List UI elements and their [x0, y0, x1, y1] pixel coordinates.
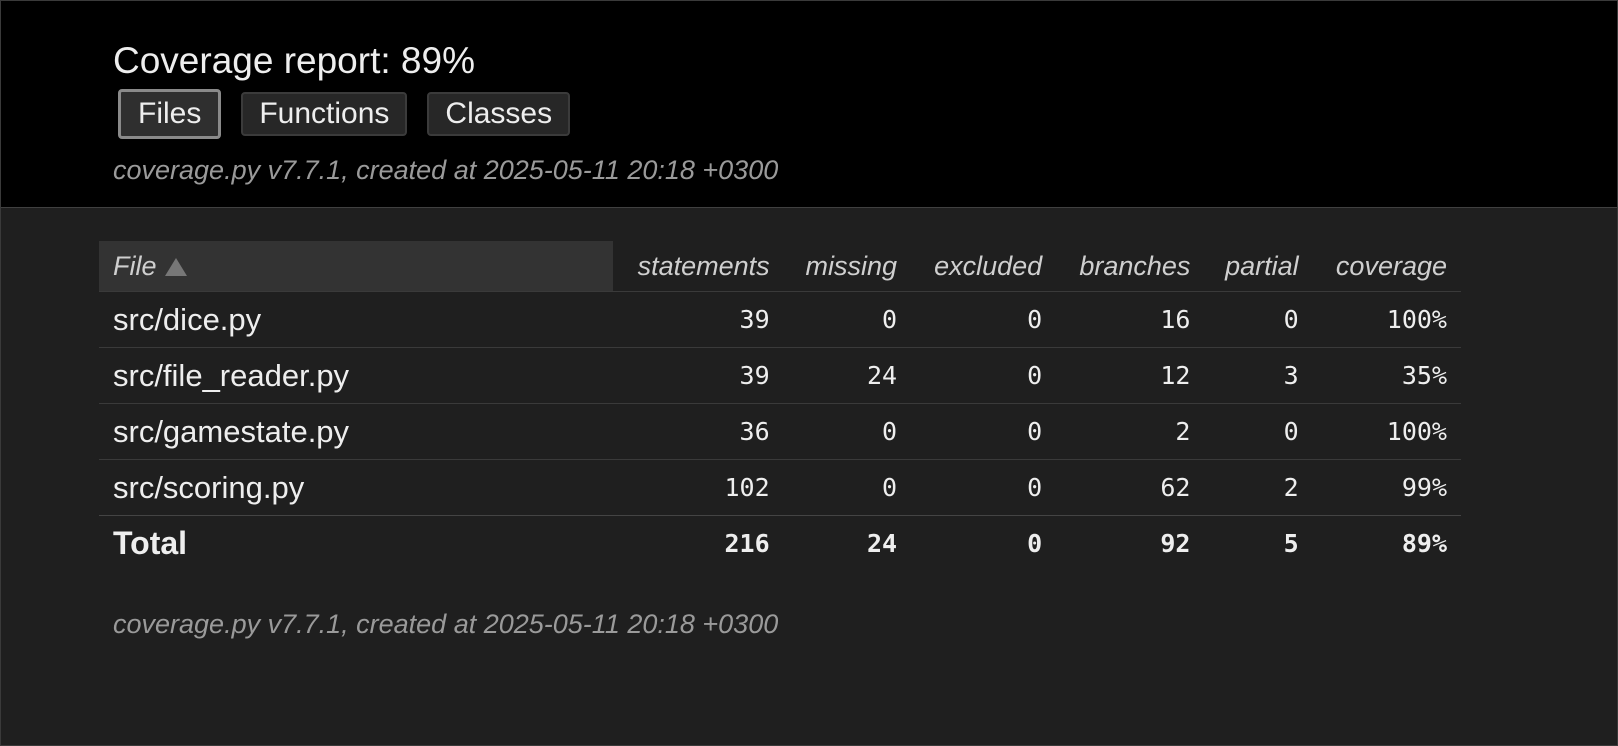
file-name-cell: src/scoring.py: [99, 459, 613, 516]
statements-cell: 102: [613, 459, 784, 516]
table-row: src/dice.py 39 0 0 16 0 100%: [99, 291, 1461, 348]
coverage-cell: 100%: [1312, 291, 1461, 348]
file-link[interactable]: src/gamestate.py: [113, 414, 349, 449]
statements-cell: 36: [613, 403, 784, 460]
partial-cell: 3: [1204, 347, 1313, 404]
tab-files[interactable]: Files: [118, 89, 222, 139]
column-header-excluded[interactable]: excluded: [911, 241, 1056, 292]
total-coverage-cell: 89%: [1312, 515, 1461, 571]
coverage-cell: 100%: [1312, 403, 1461, 460]
coverage-cell: 35%: [1312, 347, 1461, 404]
total-statements-cell: 216: [613, 515, 784, 571]
column-header-statements[interactable]: statements: [613, 241, 784, 292]
total-excluded-cell: 0: [911, 515, 1057, 571]
page-title: Coverage report: 89%: [113, 40, 475, 81]
sort-ascending-icon: [164, 257, 187, 276]
branches-cell: 16: [1056, 291, 1205, 348]
excluded-cell: 0: [911, 403, 1057, 460]
total-partial-cell: 5: [1204, 515, 1313, 571]
column-header-coverage[interactable]: coverage: [1313, 241, 1461, 292]
partial-cell: 0: [1204, 403, 1313, 460]
file-link[interactable]: src/file_reader.py: [113, 358, 349, 393]
tab-functions[interactable]: Functions: [241, 92, 408, 136]
file-link[interactable]: src/scoring.py: [113, 470, 304, 505]
partial-cell: 0: [1204, 291, 1313, 348]
partial-cell: 2: [1204, 459, 1313, 516]
total-row: Total 216 24 0 92 5 89%: [99, 515, 1461, 571]
missing-cell: 0: [783, 291, 912, 348]
total-missing-cell: 24: [783, 515, 912, 571]
column-header-missing[interactable]: missing: [784, 241, 911, 292]
excluded-cell: 0: [911, 291, 1057, 348]
header-created-info: coverage.py v7.7.1, created at 2025-05-1…: [113, 155, 779, 185]
table-row: src/gamestate.py 36 0 0 2 0 100%: [99, 403, 1461, 460]
coverage-table: File statements missing excluded branche…: [99, 241, 1461, 571]
table-header-row: File statements missing excluded branche…: [99, 241, 1461, 292]
file-name-cell: src/dice.py: [99, 291, 613, 348]
coverage-report-page: Coverage report: 89% Files Functions Cla…: [0, 0, 1618, 746]
missing-cell: 0: [783, 459, 912, 516]
table-row: src/file_reader.py 39 24 0 12 3 35%: [99, 347, 1461, 404]
total-label: Total: [99, 515, 613, 571]
table-row: src/scoring.py 102 0 0 62 2 99%: [99, 459, 1461, 516]
report-header: Coverage report: 89% Files Functions Cla…: [1, 1, 1617, 208]
branches-cell: 62: [1056, 459, 1205, 516]
view-tabs: Files Functions Classes: [118, 89, 590, 140]
column-header-partial[interactable]: partial: [1204, 241, 1312, 292]
tab-classes[interactable]: Classes: [427, 92, 571, 136]
excluded-cell: 0: [911, 347, 1057, 404]
file-name-cell: src/gamestate.py: [99, 403, 613, 460]
coverage-cell: 99%: [1312, 459, 1461, 516]
branches-cell: 2: [1056, 403, 1205, 460]
column-header-branches[interactable]: branches: [1056, 241, 1204, 292]
statements-cell: 39: [613, 291, 784, 348]
total-branches-cell: 92: [1056, 515, 1205, 571]
excluded-cell: 0: [911, 459, 1057, 516]
column-header-file-label: File: [113, 250, 157, 281]
column-header-file[interactable]: File: [99, 241, 613, 292]
missing-cell: 0: [783, 403, 912, 460]
file-link[interactable]: src/dice.py: [113, 302, 261, 337]
branches-cell: 12: [1056, 347, 1205, 404]
footer-created-info: coverage.py v7.7.1, created at 2025-05-1…: [113, 609, 779, 639]
file-name-cell: src/file_reader.py: [99, 347, 613, 404]
missing-cell: 24: [783, 347, 912, 404]
statements-cell: 39: [613, 347, 784, 404]
